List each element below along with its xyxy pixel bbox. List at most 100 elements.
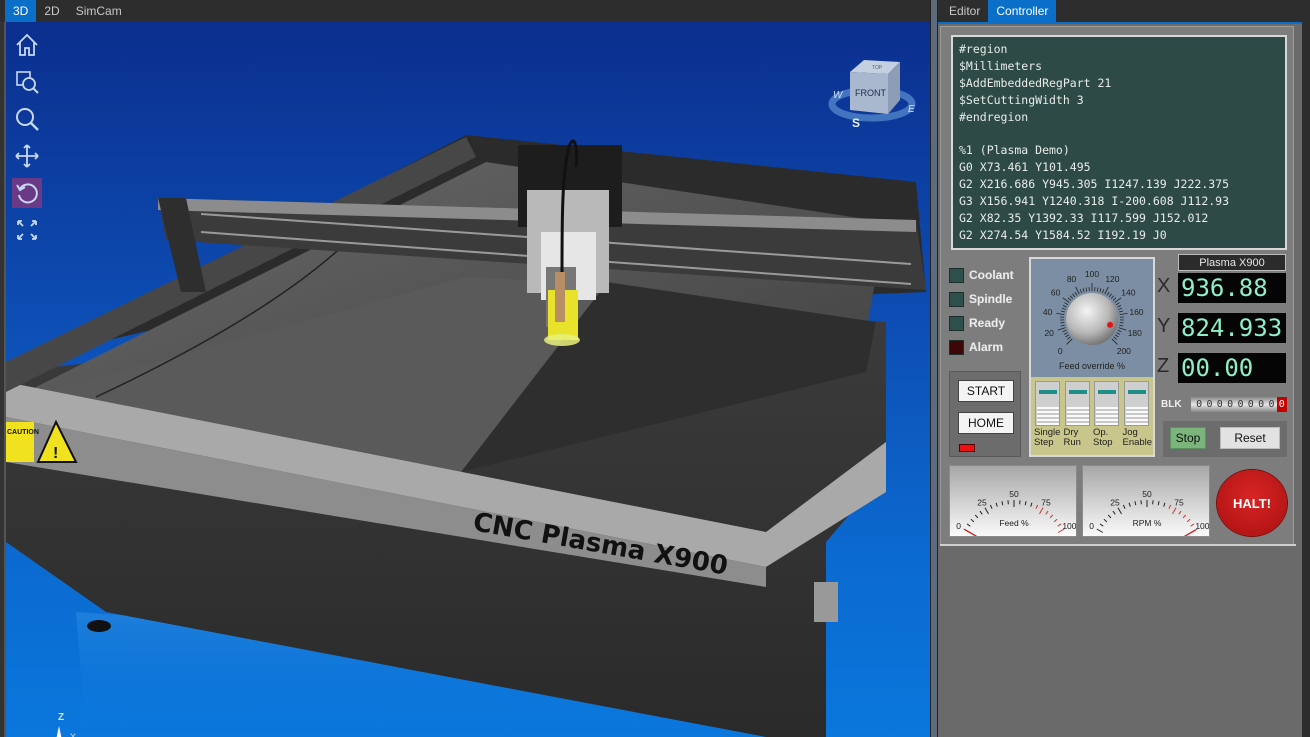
gcode-line: $AddEmbeddedRegPart 21	[959, 75, 1112, 90]
feed-meter-gauge: 0 25 50 75 100 Feed %	[956, 489, 1076, 536]
axis-z-label: Z	[58, 712, 64, 723]
feed-override-knob[interactable]: 0 20 40 60 80 100 120140 160 180 200 Feed overrid…	[1031, 259, 1153, 377]
view-tab-bar: 3D 2D SimCam	[0, 0, 930, 22]
knob-tick-label: 20	[1044, 328, 1054, 338]
led-alarm: Alarm	[949, 335, 1029, 359]
blk-digit: 0	[1237, 399, 1244, 410]
app-window: 3D 2D SimCam CAUTION ! CNC Plasma X900 F…	[0, 0, 1310, 737]
knob-tick	[1101, 289, 1105, 294]
tab-simcam[interactable]: SimCam	[68, 0, 130, 22]
meter-tick-label: 75	[1174, 498, 1184, 508]
feed-override-label: Feed override %	[1059, 361, 1125, 371]
reset-button[interactable]: Reset	[1220, 427, 1280, 449]
halt-button[interactable]: HALT!	[1217, 470, 1287, 536]
rotate-icon	[16, 183, 38, 204]
gcode-line: G3 X156.941 Y1240.318 I-200.608 J112.93	[959, 194, 1230, 209]
knob-tick-label: 40	[1043, 307, 1053, 317]
block-counter: 000000000	[1191, 397, 1287, 412]
compass-west: W	[833, 90, 844, 101]
gcode-line: G2 X274.54 Y1584.52 I192.19 J0	[959, 227, 1167, 242]
alarm-led	[949, 339, 964, 355]
meter-tick	[1157, 501, 1160, 506]
zoom-button[interactable]	[12, 104, 42, 134]
meter-tick	[1057, 523, 1062, 527]
meter-tick	[974, 514, 979, 519]
meter-tick	[1099, 523, 1104, 527]
dro-x[interactable]: 936.88	[1178, 273, 1286, 303]
fit-extents-button[interactable]	[12, 215, 42, 245]
toggle-label: Jog Enable	[1122, 427, 1153, 448]
panel-scrollbar[interactable]	[1302, 22, 1310, 737]
knob-tick-label: 100	[1085, 269, 1099, 279]
status-red-led	[959, 444, 975, 452]
dro-x-label: X	[1157, 275, 1171, 297]
spindle-led	[949, 291, 964, 307]
view-cube[interactable]: FRONT TOP W S E	[828, 52, 918, 132]
blk-digit: 0	[1196, 399, 1203, 410]
rotate-button[interactable]	[12, 178, 42, 208]
home-view-button[interactable]	[12, 30, 42, 60]
feed-meter: 0 25 50 75 100 Feed %	[949, 465, 1077, 537]
axis-triad: Z X	[56, 712, 76, 737]
toggle-indicator	[1098, 390, 1116, 394]
stop-button[interactable]: Stop	[1170, 427, 1206, 449]
meter-needle	[965, 529, 978, 536]
gcode-line: $SetCuttingWidth 3	[959, 92, 1084, 107]
meter-label: Feed %	[999, 518, 1029, 528]
dro-y[interactable]: 824.933	[1178, 313, 1286, 343]
knob-indicator	[1107, 321, 1114, 328]
knob-tick-label: 0	[1058, 346, 1063, 356]
home-button[interactable]: HOME	[958, 412, 1014, 434]
knob-tick	[1079, 289, 1083, 294]
meter-tick	[1134, 501, 1137, 506]
knob-tick	[1075, 286, 1080, 295]
knob-tick	[1062, 305, 1067, 308]
blk-label: BLK	[1161, 399, 1182, 410]
toggle-indicator	[1039, 390, 1057, 394]
3d-viewport[interactable]: CAUTION ! CNC Plasma X900 FRONT TOP W S …	[4, 22, 930, 737]
tab-editor[interactable]: Editor	[941, 0, 988, 22]
blk-digit: 0	[1216, 399, 1223, 410]
knob-tick	[1066, 338, 1073, 345]
plasma-arc	[544, 334, 580, 346]
tab-2d[interactable]: 2D	[36, 0, 67, 22]
machine-foot	[87, 620, 111, 632]
tab-controller[interactable]: Controller	[988, 0, 1057, 22]
meter-tick-label: 100	[1195, 521, 1209, 531]
knob-tick	[1074, 291, 1078, 296]
toggle-single-step[interactable]	[1035, 381, 1060, 426]
knob-tick	[1116, 332, 1121, 335]
toggle-op-stop[interactable]	[1094, 381, 1119, 426]
meter-tick-label: 50	[1142, 489, 1152, 499]
dro-z[interactable]: 00.00	[1178, 353, 1286, 383]
status-leds: Coolant Spindle Ready Alarm	[949, 263, 1029, 359]
caution-sticker	[6, 422, 34, 462]
toggle-jog-enable[interactable]	[1123, 381, 1149, 426]
toggle-grip	[1096, 407, 1118, 425]
gcode-display[interactable]: #region $Millimeters $AddEmbeddedRegPart 2…	[951, 35, 1287, 250]
gcode-line: $Millimeters	[959, 58, 1043, 73]
meter-tick	[1049, 514, 1054, 519]
stop-reset-group: Stop Reset	[1163, 421, 1287, 457]
start-button[interactable]: START	[958, 380, 1014, 402]
led-ready: Ready	[949, 311, 1029, 335]
knob-tick	[1118, 327, 1127, 331]
blk-digit: 0	[1268, 399, 1275, 410]
meter-tick	[1172, 507, 1177, 515]
knob-body[interactable]	[1066, 293, 1118, 345]
pan-button[interactable]	[12, 141, 42, 171]
panel-splitter[interactable]	[930, 0, 938, 737]
toggle-grip	[1037, 407, 1059, 425]
knob-tick	[1117, 305, 1122, 308]
tab-3d[interactable]: 3D	[5, 0, 37, 22]
meter-tick	[966, 523, 971, 527]
knob-tick	[1062, 329, 1067, 333]
meter-tick	[1186, 518, 1191, 523]
view-toolbar	[12, 30, 42, 245]
spindle-label: Spindle	[969, 292, 1013, 306]
meter-tick	[1039, 507, 1044, 515]
blk-digit: 0	[1206, 399, 1213, 410]
zoom-window-button[interactable]	[12, 67, 42, 97]
toggle-dry-run[interactable]	[1064, 381, 1090, 426]
dro-z-label: Z	[1157, 355, 1170, 377]
